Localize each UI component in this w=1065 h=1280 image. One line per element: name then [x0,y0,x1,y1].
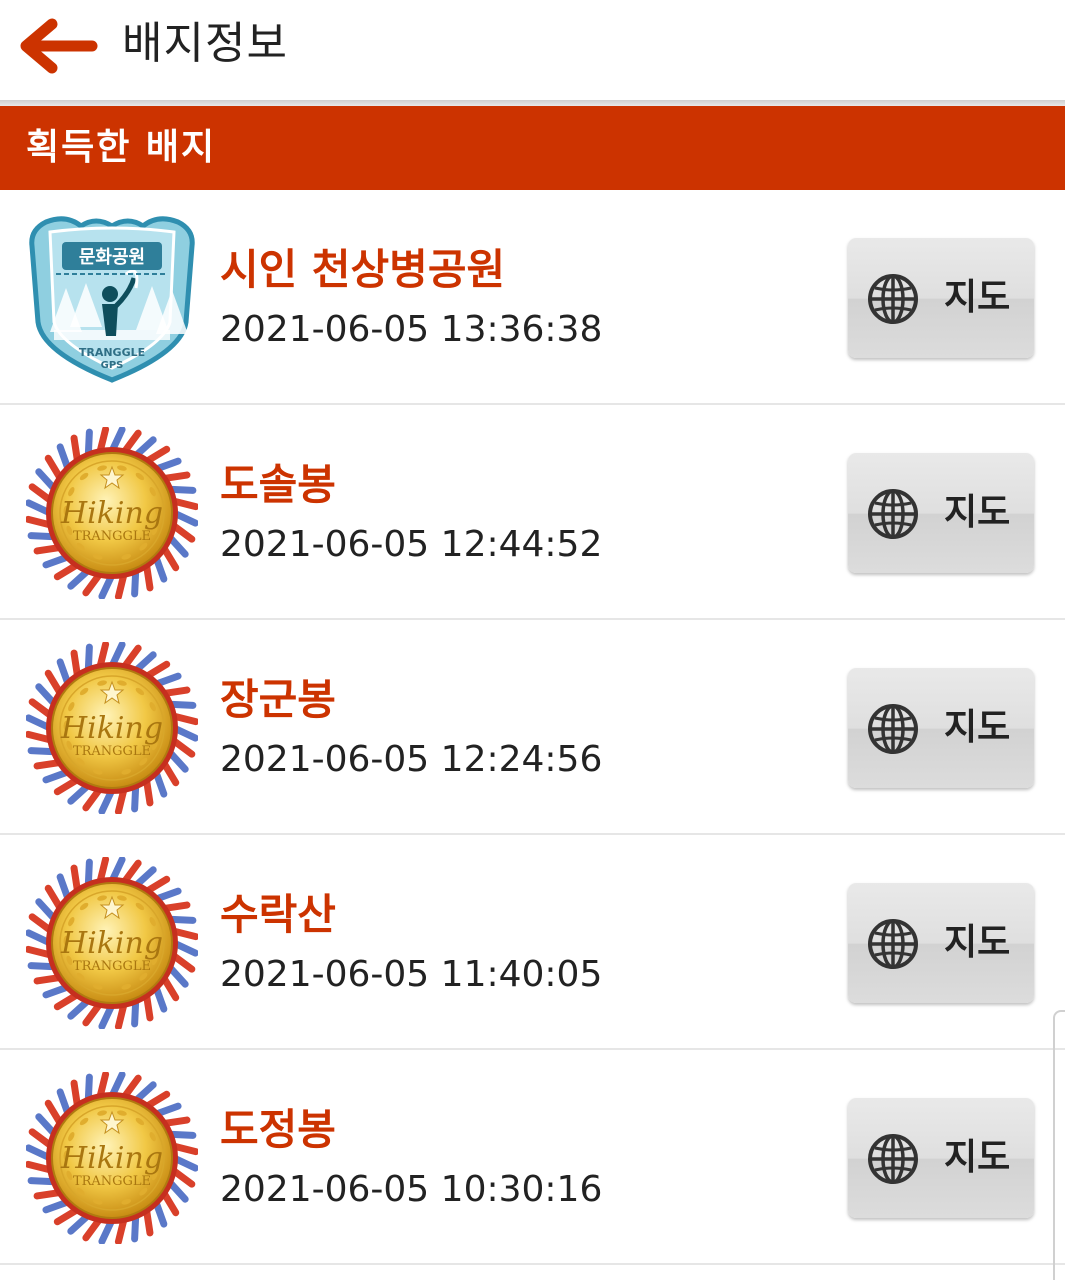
back-button[interactable] [18,18,98,74]
badge-name: 수락산 [220,890,336,939]
badge-category-text: 문화공원 [79,247,145,268]
hiking-medal-icon: HikingTRANGGLE [24,855,200,1031]
badge-brand2-text: TRANGGLE [73,1174,151,1189]
section-header: 획득한 배지 [0,106,1065,190]
map-button[interactable]: 지도 [848,238,1034,358]
badge-list: 문화공원 TRANGGLE GPS 시인 천상병공원 2021-06-05 13:3… [0,190,1065,1265]
app-header: 배지정보 [0,0,1065,100]
badge-image: Hiking TRANGGLE [24,855,200,1031]
badge-brand2-text: GPS [101,360,124,371]
badge-name: 도정봉 [220,1105,336,1154]
badge-row: Hiking TRANGGLE 장군봉 2021-06-05 12:24:56 지… [0,620,1065,835]
map-button-label: 지도 [944,277,1011,318]
badge-image: Hiking TRANGGLE [24,1070,200,1246]
badge-brand2-text: TRANGGLE [73,529,151,544]
badge-name: 장군봉 [220,675,336,724]
badge-row: Hiking TRANGGLE 수락산 2021-06-05 11:40:05 지… [0,835,1065,1050]
badge-brand-text: TRANGGLE [79,346,145,359]
badge-name: 도솔봉 [220,460,336,509]
badge-brand-text: Hiking [60,711,163,746]
globe-icon [868,919,918,969]
globe-icon [868,704,918,754]
badge-row: Hiking TRANGGLE 도솔봉 2021-06-05 12:44:52 지… [0,405,1065,620]
badge-time: 2021-06-05 10:30:16 [220,1169,603,1210]
globe-icon [868,1134,918,1184]
hiking-medal-icon: HikingTRANGGLE [24,425,200,601]
badge-brand2-text: TRANGGLE [73,959,151,974]
globe-icon [868,489,918,539]
hiking-medal-icon: HikingTRANGGLE [24,1070,200,1246]
badge-brand-text: Hiking [60,926,163,961]
map-button-label: 지도 [944,492,1011,533]
map-button[interactable]: 지도 [848,883,1034,1003]
map-button[interactable]: 지도 [848,1098,1034,1218]
badge-image: Hiking TRANGGLE [24,640,200,816]
badge-brand2-text: TRANGGLE [73,744,151,759]
badge-time: 2021-06-05 12:24:56 [220,739,603,780]
park-badge-icon: 문화공원 TRANGGLEGPS [29,216,195,383]
badge-row: 문화공원 TRANGGLE GPS 시인 천상병공원 2021-06-05 13:3… [0,190,1065,405]
scrollbar[interactable] [1053,1010,1065,1280]
section-title: 획득한 배지 [26,127,217,168]
map-button-label: 지도 [944,707,1011,748]
map-button[interactable]: 지도 [848,668,1034,788]
badge-name: 시인 천상병공원 [220,245,506,294]
badge-time: 2021-06-05 13:36:38 [220,309,603,350]
badge-image: Hiking TRANGGLE [24,425,200,601]
map-button-label: 지도 [944,922,1011,963]
page-title: 배지정보 [122,18,288,69]
map-button[interactable]: 지도 [848,453,1034,573]
map-button-label: 지도 [944,1137,1011,1178]
back-arrow-icon [20,18,98,74]
badge-time: 2021-06-05 11:40:05 [220,954,603,995]
badge-brand-text: Hiking [60,496,163,531]
badge-brand-text: Hiking [60,1141,163,1176]
badge-time: 2021-06-05 12:44:52 [220,524,603,565]
badge-row: Hiking TRANGGLE 도정봉 2021-06-05 10:30:16 지… [0,1050,1065,1265]
globe-icon [868,274,918,324]
hiking-medal-icon: HikingTRANGGLE [24,640,200,816]
badge-image: 문화공원 TRANGGLE GPS [26,212,198,384]
